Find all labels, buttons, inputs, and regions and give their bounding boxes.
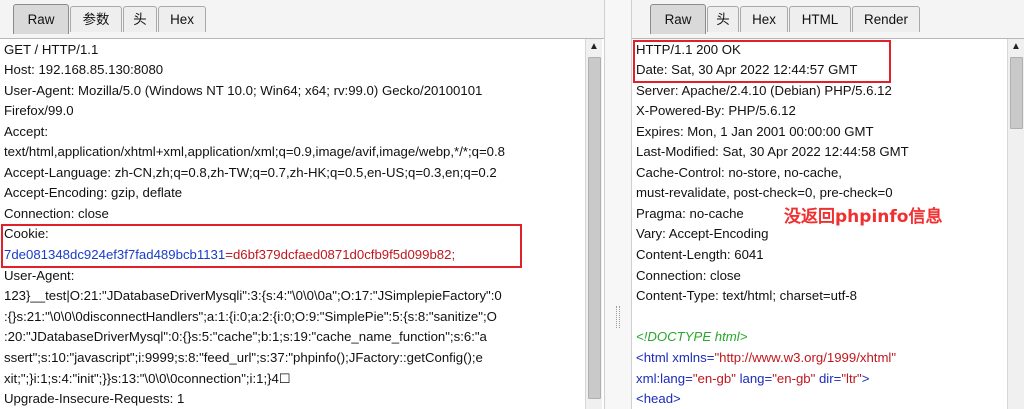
splitter-grip-icon[interactable] <box>616 306 620 328</box>
response-header-content-type: Content-Type: text/html; charset=utf-8 <box>636 288 857 303</box>
header-accept-value: text/html,application/xhtml+xml,applicat… <box>4 144 506 159</box>
xmlns-value: "http://www.w3.org/1999/xhtml" <box>714 350 897 365</box>
response-header-vary: Vary: Accept-Encoding <box>636 226 769 241</box>
header-user-agent-injected: User-Agent: <box>4 268 75 283</box>
response-pane: Raw 头 Hex HTML Render HTTP/1.1 200 OK Da… <box>632 0 1024 409</box>
request-scroll-thumb[interactable] <box>588 57 601 399</box>
request-line: GET / HTTP/1.1 <box>4 42 99 57</box>
xml-lang-value: "en-gb" <box>692 371 736 386</box>
html-open-tag-cont: xml:lang="en-gb" lang="en-gb" dir="ltr"> <box>636 369 869 389</box>
tab-headers[interactable]: 头 <box>123 6 157 32</box>
header-user-agent-cont: Firefox/99.0 <box>4 103 74 118</box>
pane-splitter[interactable] <box>604 0 632 409</box>
html-tag-name: <html <box>636 350 669 365</box>
request-scrollbar[interactable]: ▲ <box>585 39 602 409</box>
header-accept-encoding: Accept-Encoding: gzip, deflate <box>4 185 183 200</box>
scroll-up-arrow-icon[interactable]: ▲ <box>586 41 602 52</box>
response-scrollbar[interactable]: ▲ <box>1007 39 1024 409</box>
html-doctype: <!DOCTYPE html> <box>636 329 748 344</box>
tab-html-response[interactable]: HTML <box>789 6 851 32</box>
response-scroll-thumb[interactable] <box>1010 57 1023 129</box>
tab-hex[interactable]: Hex <box>158 6 206 32</box>
tab-hex-response[interactable]: Hex <box>740 6 788 32</box>
status-date-highlight-box <box>633 40 891 83</box>
response-header-last-modified: Last-Modified: Sat, 30 Apr 2022 12:44:58… <box>636 144 909 159</box>
response-header-cache-control-cont: must-revalidate, post-check=0, pre-check… <box>636 185 893 200</box>
payload-line-3: :20:"JDatabaseDriverMysql":0:{}s:5:"cach… <box>4 329 487 344</box>
tab-render-response[interactable]: Render <box>852 6 920 32</box>
header-user-agent: User-Agent: Mozilla/5.0 (Windows NT 10.0… <box>4 83 483 98</box>
tag-close: > <box>861 371 870 386</box>
response-header-connection: Connection: close <box>636 268 741 283</box>
tab-raw[interactable]: Raw <box>13 4 69 34</box>
response-header-server: Server: Apache/2.4.10 (Debian) PHP/5.6.1… <box>636 83 892 98</box>
payload-line-5: xit;";}i:1;s:4:"init";}}s:13:"\0\0\0conn… <box>4 371 291 386</box>
head-tag: <head> <box>636 391 681 406</box>
lang-attr: lang= <box>735 371 773 386</box>
header-accept-language: Accept-Language: zh-CN,zh;q=0.8,zh-TW;q=… <box>4 165 497 180</box>
dir-value: "ltr" <box>841 371 862 386</box>
header-accept: Accept: <box>4 124 48 139</box>
xml-lang-attr: xml:lang= <box>636 371 693 386</box>
xmlns-attr: xmlns= <box>668 350 715 365</box>
header-host: Host: 192.168.85.130:8080 <box>4 62 164 77</box>
tab-params[interactable]: 参数 <box>70 6 122 32</box>
scroll-up-arrow-icon[interactable]: ▲ <box>1008 41 1024 52</box>
response-tab-bar: Raw 头 Hex HTML Render <box>632 0 1024 39</box>
response-header-pragma: Pragma: no-cache <box>636 206 744 221</box>
response-header-expires: Expires: Mon, 1 Jan 2001 00:00:00 GMT <box>636 124 874 139</box>
dir-attr: dir= <box>815 371 842 386</box>
response-header-content-length: Content-Length: 6041 <box>636 247 764 262</box>
response-header-cache-control: Cache-Control: no-store, no-cache, <box>636 165 842 180</box>
request-pane: Raw 参数 头 Hex GET / HTTP/1.1 Host: 192.16… <box>0 0 604 409</box>
tab-headers-response[interactable]: 头 <box>707 6 739 32</box>
lang-value: "en-gb" <box>772 371 816 386</box>
header-connection: Connection: close <box>4 206 109 221</box>
annotation-no-phpinfo: 没返回phpinfo信息 <box>784 207 943 227</box>
html-open-tag: <html xmlns="http://www.w3.org/1999/xhtm… <box>636 348 896 368</box>
payload-line-2: :{}s:21:"\0\0\0disconnectHandlers";a:1:{… <box>4 309 497 324</box>
payload-line-1: 123}__test|O:21:"JDatabaseDriverMysqli":… <box>4 288 502 303</box>
tab-raw-response[interactable]: Raw <box>650 4 706 34</box>
cookie-highlight-box <box>1 224 522 268</box>
response-header-powered-by: X-Powered-By: PHP/5.6.12 <box>636 103 796 118</box>
payload-line-4: ssert";s:10:"javascript";i:9999;s:8:"fee… <box>4 350 483 365</box>
request-tab-bar: Raw 参数 头 Hex <box>0 0 604 39</box>
header-upgrade-insecure: Upgrade-Insecure-Requests: 1 <box>4 391 185 406</box>
